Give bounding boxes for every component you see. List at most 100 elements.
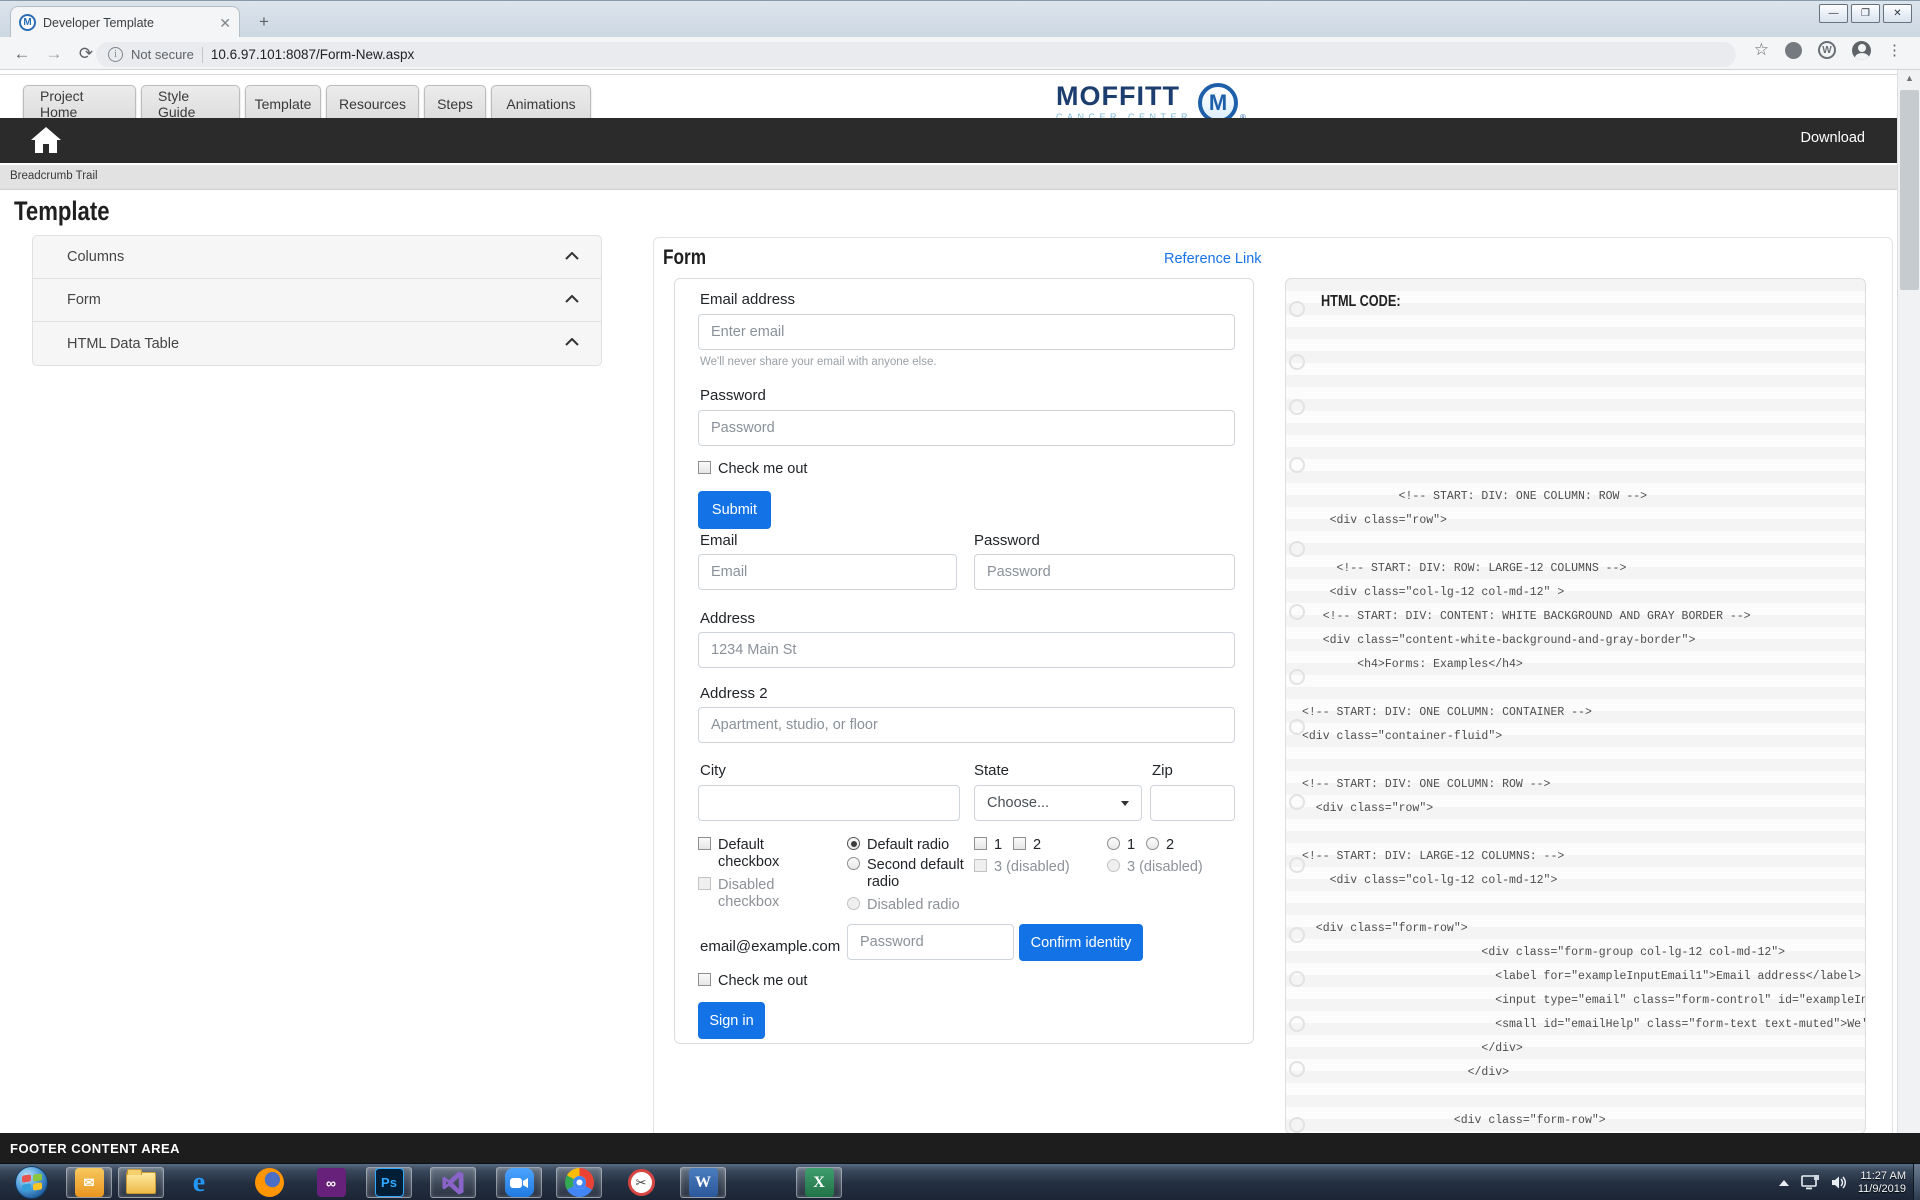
checkbox-icon[interactable] [698,461,711,474]
default-radio[interactable]: Default radio [847,837,967,854]
email2-input[interactable] [698,554,957,590]
omnibox-divider [202,47,203,63]
info-icon[interactable]: i [108,47,123,62]
radio-icon[interactable] [1146,837,1159,850]
start-button[interactable] [8,1167,54,1198]
show-desktop-button[interactable] [1913,1164,1920,1200]
taskbar-photoshop-button[interactable]: Ps [366,1167,412,1198]
taskbar-video-button[interactable] [496,1167,542,1198]
checkbox-icon[interactable] [1013,837,1026,850]
zip-input[interactable] [1150,785,1235,821]
city-input[interactable] [698,785,960,821]
forward-icon[interactable]: → [42,42,66,66]
taskbar-explorer-button[interactable] [118,1167,164,1198]
disabled-checkbox: Disabled checkbox [698,877,793,911]
back-icon[interactable]: ← [10,42,34,66]
extension-icon[interactable] [1785,42,1802,59]
radio-label: 3 (disabled) [1127,859,1203,876]
tab-close-icon[interactable]: ✕ [219,16,231,30]
speaker-icon[interactable] [1831,1175,1847,1190]
taskbar-clock[interactable]: 11:27 AM 11/9/2019 [1858,1170,1906,1196]
email-label: Email address [700,291,795,308]
taskbar-snipping-button[interactable]: ✂ [618,1167,664,1198]
radio-icon[interactable] [1107,837,1120,850]
scrollbar-thumb[interactable] [1900,90,1919,290]
second-default-radio[interactable]: Second default radio [847,857,965,891]
utility-bar: Download [0,118,1897,163]
taskbar-outlook-button[interactable]: ✉ [66,1167,112,1198]
password2-label: Password [974,532,1040,549]
inline-checkbox-2[interactable]: 2 [1013,837,1041,854]
download-link[interactable]: Download [1801,130,1866,146]
taskbar-vs2019-button[interactable] [430,1167,476,1198]
close-button[interactable]: ✕ [1883,4,1912,23]
accordion-item-columns[interactable]: Columns [33,236,601,279]
new-tab-button[interactable]: + [252,11,276,33]
sign-in-button[interactable]: Sign in [698,1002,765,1039]
gutter-circle-icon [1289,457,1305,473]
moffitt-favicon-icon: M [19,14,36,31]
reference-link[interactable]: Reference Link [1164,251,1262,267]
taskbar-chrome-button[interactable] [556,1167,602,1198]
submit-button[interactable]: Submit [698,491,771,529]
browser-tab[interactable]: M Developer Template ✕ [10,6,240,38]
profile-avatar[interactable] [1852,41,1871,60]
tray-expand-icon[interactable] [1779,1180,1789,1186]
restore-button[interactable]: ❐ [1851,4,1880,23]
screen: M Developer Template ✕ + — ❐ ✕ ← → ⟳ i N… [0,0,1920,1200]
accordion-label: HTML Data Table [67,336,179,352]
password-input[interactable] [698,410,1235,446]
checkbox-icon[interactable] [698,837,711,850]
code-block: <!-- START: DIV: ONE COLUMN: ROW --> <di… [1302,485,1866,1133]
clock-date: 11/9/2019 [1858,1183,1906,1196]
email-input[interactable] [698,314,1235,350]
page-scrollbar[interactable]: ▲ ▼ [1897,70,1920,1163]
html-code-panel: HTML CODE: <!-- START: DIV: ONE COLUMN: … [1285,278,1866,1134]
chrome-menu-icon[interactable]: ⋮ [1887,41,1902,59]
password2-input[interactable] [974,554,1235,590]
checkbox-icon [698,877,711,890]
not-secure-label: Not secure [131,47,194,62]
bookmark-star-icon[interactable]: ☆ [1754,40,1769,60]
taskbar-ie-button[interactable]: e [176,1167,222,1198]
radio-icon[interactable] [847,857,860,870]
taskbar-vs2015-button[interactable]: ∞ [308,1167,354,1198]
network-icon[interactable] [1800,1175,1820,1191]
state-label: State [974,762,1009,779]
chevron-up-icon [565,338,579,346]
url-text[interactable]: 10.6.97.101:8087/Form-New.aspx [211,47,414,62]
address-bar[interactable]: i Not secure 10.6.97.101:8087/Form-New.a… [96,42,1736,67]
taskbar-firefox-button[interactable] [246,1167,292,1198]
inline-radio-1[interactable]: 1 [1107,837,1135,854]
chevron-up-icon [565,295,579,303]
checkbox-icon[interactable] [698,973,711,986]
refresh-icon[interactable]: ⟳ [74,42,98,66]
inline-checkbox-1[interactable]: 1 [974,837,1002,854]
check-me-out-checkbox-2[interactable]: Check me out [698,973,807,990]
accordion: Columns Form HTML Data Table [32,235,602,366]
radio-icon[interactable] [847,837,860,850]
breadcrumb: Breadcrumb Trail [10,170,98,182]
checkbox-icon[interactable] [974,837,987,850]
taskbar-excel-button[interactable]: X [796,1167,842,1198]
default-checkbox[interactable]: Default checkbox [698,837,793,871]
home-icon[interactable] [30,126,62,154]
scroll-up-icon[interactable]: ▲ [1898,70,1920,87]
video-camera-icon [505,1168,534,1197]
accordion-item-form[interactable]: Form [33,279,601,322]
minimize-button[interactable]: — [1819,4,1848,23]
identity-password-input[interactable] [847,924,1014,960]
extension-w-icon[interactable]: W [1818,41,1836,59]
check-me-out-checkbox[interactable]: Check me out [698,461,807,478]
address-input[interactable] [698,632,1235,668]
confirm-identity-button[interactable]: Confirm identity [1019,924,1143,961]
zip-label: Zip [1152,762,1173,779]
address2-input[interactable] [698,707,1235,743]
state-select-value: Choose... [987,795,1049,811]
state-select[interactable]: Choose... [974,785,1142,821]
inline-radio-2[interactable]: 2 [1146,837,1174,854]
taskbar-word-button[interactable]: W [680,1167,726,1198]
toolbar-right: ☆ W ⋮ [1754,40,1902,60]
footer-text: FOOTER CONTENT AREA [10,1141,180,1156]
accordion-item-html-data-table[interactable]: HTML Data Table [33,322,601,365]
